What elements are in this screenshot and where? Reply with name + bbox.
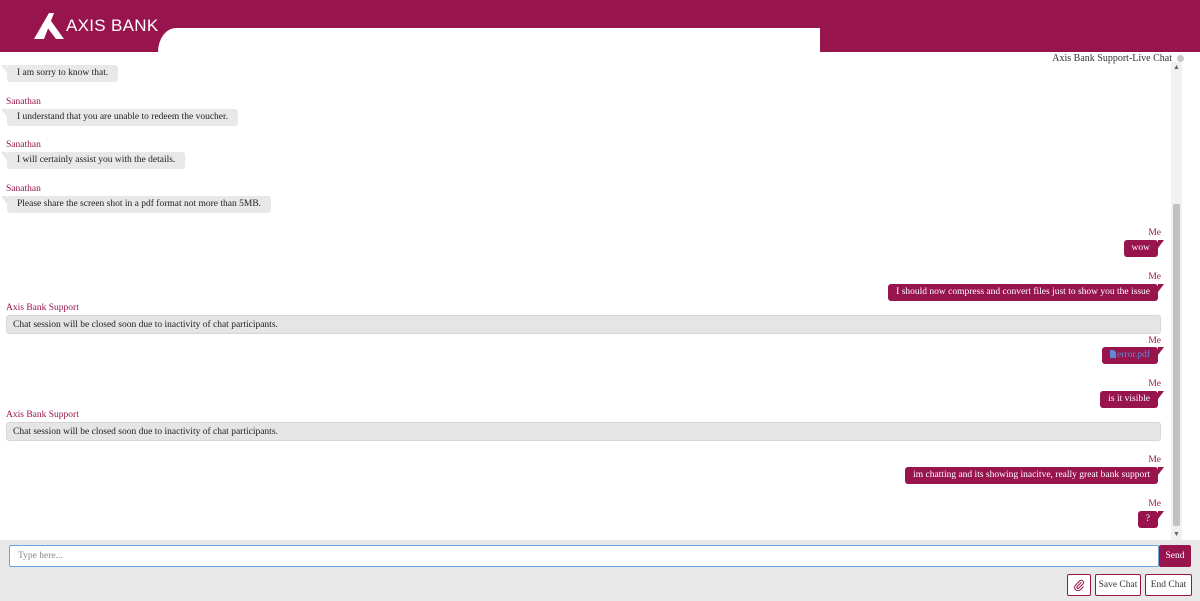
message-input[interactable] [9, 545, 1159, 567]
status-indicator-icon [1177, 55, 1184, 62]
message-sender: Sanathan [6, 140, 41, 150]
scroll-down-arrow-icon[interactable]: ▼ [1171, 529, 1182, 540]
system-notice: Chat session will be closed soon due to … [6, 315, 1161, 334]
chat-scrollbar[interactable]: ▲ ▼ [1171, 62, 1182, 540]
axis-bank-logo: AXIS BANK [34, 12, 158, 40]
scroll-up-arrow-icon[interactable]: ▲ [1171, 62, 1182, 73]
end-chat-button[interactable]: End Chat [1145, 574, 1192, 596]
message-sender: Axis Bank Support [6, 303, 79, 313]
my-message: wow [1123, 240, 1165, 257]
save-chat-button[interactable]: Save Chat [1095, 574, 1141, 596]
chat-messages[interactable]: I am sorry to know that. Sanathan I unde… [0, 62, 1170, 540]
agent-message: I understand that you are unable to rede… [0, 109, 239, 126]
my-file-message: error.pdf [1102, 347, 1164, 364]
message-sender: Me [1148, 499, 1161, 509]
message-sender: Me [1148, 336, 1161, 346]
agent-message: I will certainly assist you with the det… [0, 152, 186, 169]
agent-message: Please share the screen shot in a pdf fo… [0, 196, 272, 213]
my-message: is it visible [1100, 391, 1164, 408]
header-bar: AXIS BANK [0, 0, 1200, 52]
message-sender: Me [1148, 272, 1161, 282]
header-curve [158, 28, 820, 52]
message-sender: Me [1148, 455, 1161, 465]
file-icon [1110, 350, 1117, 358]
brand-name: AXIS BANK [66, 16, 159, 35]
my-message: ? [1137, 511, 1165, 528]
attach-button[interactable] [1067, 574, 1091, 596]
axis-logo-icon [34, 13, 64, 39]
message-sender: Me [1148, 379, 1161, 389]
message-sender: Sanathan [6, 97, 41, 107]
send-button[interactable]: Send [1159, 545, 1191, 567]
system-notice: Chat session will be closed soon due to … [6, 422, 1161, 441]
message-sender: Sanathan [6, 184, 41, 194]
my-message: im chatting and its showing inacitve, re… [905, 467, 1164, 484]
message-sender: Axis Bank Support [6, 410, 79, 420]
message-sender: Me [1148, 228, 1161, 238]
file-attachment-link[interactable]: error.pdf [1117, 350, 1150, 360]
scrollbar-thumb[interactable] [1173, 204, 1180, 526]
composer-bar: Send Save Chat End Chat [0, 540, 1200, 601]
my-message: I should now compress and convert files … [888, 284, 1164, 301]
paperclip-icon [1074, 579, 1084, 591]
agent-message: I am sorry to know that. [0, 65, 119, 82]
